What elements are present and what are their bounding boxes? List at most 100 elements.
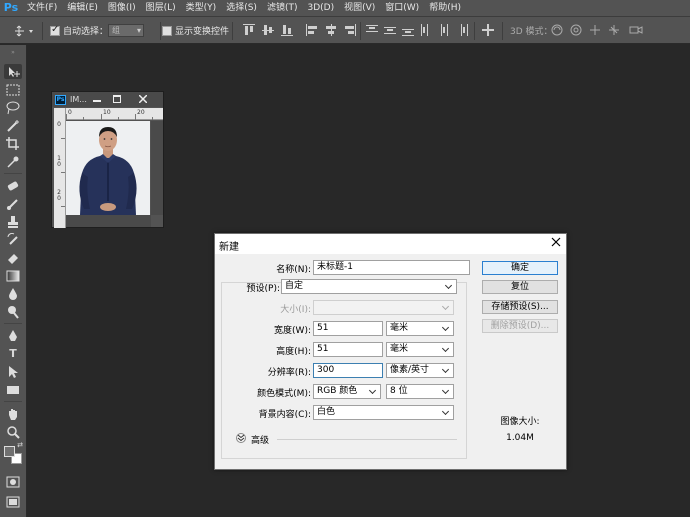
auto-select-target-dropdown[interactable]: 组	[108, 24, 145, 37]
path-selection-tool[interactable]	[4, 364, 22, 379]
show-transform-checkbox[interactable]	[162, 25, 172, 36]
eraser-tool[interactable]	[4, 250, 22, 265]
distribute-top-icon[interactable]	[366, 24, 378, 36]
horizontal-scrollbar[interactable]	[66, 215, 151, 227]
foreground-color-swatch[interactable]	[4, 446, 15, 457]
menu-image[interactable]: 图像(I)	[103, 0, 141, 16]
blur-tool[interactable]	[4, 286, 22, 301]
document-window[interactable]: Ps IM... 0 10 20 0 1 0 2 0	[51, 91, 164, 228]
brush-tool[interactable]	[4, 196, 22, 211]
color-mode-label: 颜色模式(M):	[257, 389, 311, 399]
save-preset-button[interactable]: 存储预设(S)...	[482, 300, 558, 314]
align-vcenter-icon[interactable]	[262, 24, 274, 36]
bandage-icon	[7, 181, 19, 190]
menu-type[interactable]: 类型(Y)	[181, 0, 222, 16]
dialog-close-button[interactable]	[551, 236, 561, 250]
auto-select-checkbox[interactable]	[50, 24, 60, 36]
resolution-unit-value: 像素/英寸	[390, 365, 430, 375]
marquee-tool[interactable]	[4, 82, 22, 97]
color-mode-dropdown[interactable]: RGB 颜色	[313, 384, 381, 399]
advanced-label: 高级	[251, 436, 270, 446]
distribute-hcenter-icon[interactable]	[438, 24, 450, 36]
type-tool[interactable]: T	[4, 346, 22, 361]
chevron-down-icon	[443, 388, 450, 395]
chevron-down-icon	[446, 283, 453, 290]
marquee-icon	[6, 84, 20, 95]
distribute-vcenter-icon[interactable]	[384, 24, 396, 36]
bit-depth-dropdown[interactable]: 8 位	[386, 384, 454, 399]
move-tool-icon	[9, 66, 20, 77]
move-tool-preset[interactable]	[14, 17, 36, 44]
vertical-scrollbar[interactable]	[151, 121, 163, 215]
zoom-tool[interactable]	[4, 424, 22, 439]
lasso-tool[interactable]	[4, 100, 22, 115]
resolution-field[interactable]: 300	[313, 363, 383, 378]
menu-3d[interactable]: 3D(D)	[302, 0, 339, 16]
screen-mode-button[interactable]	[4, 494, 22, 509]
delete-preset-button[interactable]: 删除预设(D)...	[482, 319, 558, 333]
ok-button[interactable]: 确定	[482, 261, 558, 275]
background-contents-dropdown[interactable]: 白色	[313, 405, 454, 420]
distribute-left-icon[interactable]	[420, 24, 432, 36]
history-brush-tool[interactable]	[4, 232, 22, 247]
name-field[interactable]: 未标题-1	[313, 260, 470, 275]
width-unit-value: 毫米	[390, 323, 409, 333]
show-transform-option[interactable]: 显示变换控件	[162, 17, 229, 44]
menu-edit[interactable]: 编辑(E)	[62, 0, 103, 16]
panel-collapse-icon[interactable]: »	[4, 49, 22, 56]
chevron-down-icon	[443, 409, 450, 416]
menu-filter[interactable]: 滤镜(T)	[262, 0, 303, 16]
preset-dropdown[interactable]: 自定	[281, 279, 457, 294]
move-tool[interactable]	[4, 64, 22, 79]
clone-stamp-tool[interactable]	[4, 214, 22, 229]
rectangle-tool[interactable]	[4, 382, 22, 397]
healing-brush-tool[interactable]	[4, 178, 22, 193]
menu-window[interactable]: 窗口(W)	[380, 0, 424, 16]
background-contents-label: 背景内容(C):	[258, 410, 311, 420]
align-right-icon[interactable]	[344, 24, 356, 36]
minimize-button[interactable]	[88, 93, 106, 105]
menu-view[interactable]: 视图(V)	[339, 0, 380, 16]
crop-tool[interactable]	[4, 136, 22, 151]
document-titlebar[interactable]: Ps IM...	[52, 92, 163, 107]
advanced-toggle-button[interactable]	[236, 433, 246, 443]
auto-select-option[interactable]: 自动选择： 组	[50, 17, 145, 44]
dodge-tool[interactable]	[4, 304, 22, 319]
dialog-titlebar[interactable]: 新建	[215, 234, 566, 254]
menu-layer[interactable]: 图层(L)	[141, 0, 181, 16]
dodge-icon	[8, 305, 19, 319]
pen-tool[interactable]	[4, 328, 22, 343]
menu-file[interactable]: 文件(F)	[22, 0, 62, 16]
close-button[interactable]	[134, 93, 152, 105]
size-dropdown[interactable]	[313, 300, 454, 315]
resolution-label: 分辨率(R):	[267, 368, 311, 378]
align-hcenter-icon[interactable]	[325, 24, 337, 36]
distribute-right-icon[interactable]	[456, 24, 468, 36]
ruler-label: 10	[103, 109, 111, 116]
menu-help[interactable]: 帮助(H)	[424, 0, 466, 16]
align-top-icon[interactable]	[243, 24, 255, 36]
auto-align-layers-icon[interactable]	[482, 24, 494, 36]
gradient-tool[interactable]	[4, 268, 22, 283]
distribute-bottom-icon[interactable]	[402, 24, 414, 36]
background-contents-value: 白色	[317, 407, 336, 417]
document-canvas[interactable]	[66, 121, 150, 215]
width-field[interactable]: 51	[313, 321, 383, 336]
height-unit-dropdown[interactable]: 毫米	[386, 342, 454, 357]
height-field[interactable]: 51	[313, 342, 383, 357]
dialog-title: 新建	[219, 242, 239, 253]
quick-selection-tool[interactable]	[4, 118, 22, 133]
align-bottom-icon[interactable]	[281, 24, 293, 36]
resolution-unit-dropdown[interactable]: 像素/英寸	[386, 363, 454, 378]
hand-tool[interactable]	[4, 406, 22, 421]
swap-colors-icon[interactable]: ⇄	[15, 441, 25, 449]
menu-select[interactable]: 选择(S)	[221, 0, 262, 16]
ruler-label: 2 0	[57, 189, 61, 202]
eyedropper-tool[interactable]	[4, 154, 22, 169]
quick-mask-button[interactable]	[4, 474, 22, 489]
reset-button[interactable]: 复位	[482, 280, 558, 294]
preset-value: 自定	[285, 281, 304, 291]
width-unit-dropdown[interactable]: 毫米	[386, 321, 454, 336]
align-left-icon[interactable]	[306, 24, 318, 36]
maximize-button[interactable]	[108, 93, 126, 105]
